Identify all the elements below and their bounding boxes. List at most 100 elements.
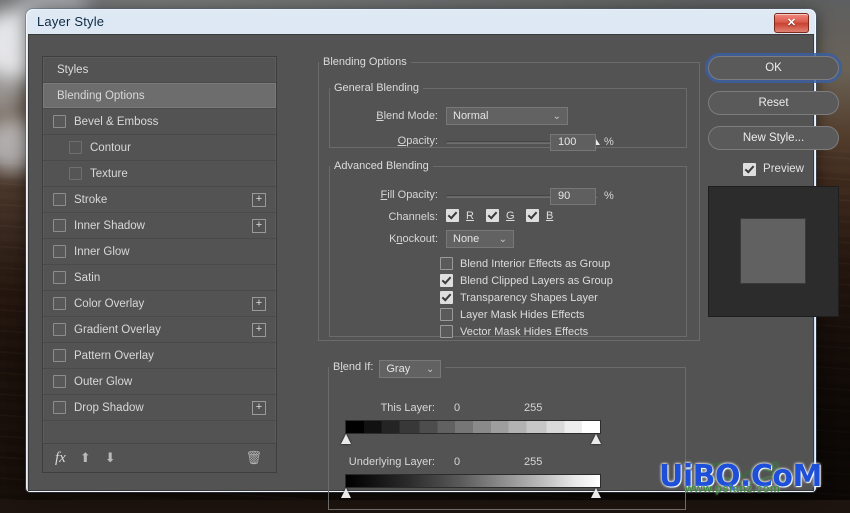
option-label: Blend Clipped Layers as Group xyxy=(460,274,613,287)
fill-opacity-value: 90 xyxy=(558,190,571,202)
style-enable-checkbox[interactable] xyxy=(53,219,66,232)
blend-if-channel-select[interactable]: Gray ⌄ xyxy=(379,360,442,378)
add-effect-icon[interactable]: + xyxy=(252,192,266,207)
sidebar-item-contour[interactable]: Contour xyxy=(43,135,276,161)
watermark: UiBQ.CoM www.psianz.com xyxy=(659,459,845,497)
channel-r-toggle[interactable]: R xyxy=(446,209,474,222)
option-layer-mask-hides-effects[interactable]: Layer Mask Hides Effects xyxy=(440,308,585,321)
reset-button[interactable]: Reset xyxy=(708,91,839,115)
style-item-label: Satin xyxy=(74,271,101,284)
blend-if-legend: Blend If: Gray ⌄ xyxy=(329,358,445,378)
blend-mode-value: Normal xyxy=(453,110,489,122)
this-layer-slider-white[interactable] xyxy=(591,434,601,444)
option-checkbox[interactable] xyxy=(440,308,453,321)
styles-item-container: Bevel & Emboss Contour Texture Stroke + Inner… xyxy=(43,109,276,421)
style-enable-checkbox[interactable] xyxy=(53,115,66,128)
add-effect-icon[interactable]: + xyxy=(252,296,266,311)
sidebar-item-inner-glow[interactable]: Inner Glow xyxy=(43,239,276,265)
styles-header-label: Styles xyxy=(57,63,89,76)
opacity-input[interactable]: 100 xyxy=(550,134,596,151)
chevron-down-icon: ⌄ xyxy=(498,234,507,245)
knockout-select[interactable]: None ⌄ xyxy=(446,230,514,248)
dialog-title: Layer Style xyxy=(37,14,105,29)
sidebar-item-satin[interactable]: Satin xyxy=(43,265,276,291)
fx-icon[interactable]: fx xyxy=(55,450,66,467)
style-enable-checkbox[interactable] xyxy=(53,401,66,414)
preview-shape xyxy=(740,218,806,284)
option-label: Layer Mask Hides Effects xyxy=(460,308,585,321)
option-vector-mask-hides-effects[interactable]: Vector Mask Hides Effects xyxy=(440,325,588,338)
channel-b-toggle[interactable]: B xyxy=(526,209,553,222)
style-item-label: Gradient Overlay xyxy=(74,323,161,336)
channel-checkbox[interactable] xyxy=(446,209,459,222)
option-transparency-shapes-layer[interactable]: Transparency Shapes Layer xyxy=(440,291,598,304)
style-enable-checkbox[interactable] xyxy=(53,375,66,388)
sidebar-item-texture[interactable]: Texture xyxy=(43,161,276,187)
preview-thumbnail xyxy=(708,186,839,317)
blend-if-channel-value: Gray xyxy=(386,363,411,375)
underlying-layer-slider-black[interactable] xyxy=(341,488,351,498)
general-blending-legend: General Blending xyxy=(334,82,420,94)
blend-if-label: Blend If: xyxy=(333,361,374,373)
style-enable-checkbox[interactable] xyxy=(69,167,82,180)
add-effect-icon[interactable]: + xyxy=(252,218,266,233)
sidebar-item-pattern-overlay[interactable]: Pattern Overlay xyxy=(43,343,276,369)
channel-g-toggle[interactable]: G xyxy=(486,209,515,222)
move-down-icon[interactable]: ⬇ xyxy=(105,450,116,466)
underlying-layer-slider-white[interactable] xyxy=(591,488,601,498)
style-item-label: Inner Glow xyxy=(74,245,130,258)
sidebar-item-outer-glow[interactable]: Outer Glow xyxy=(43,369,276,395)
fill-opacity-input[interactable]: 90 xyxy=(550,188,596,205)
add-effect-icon[interactable]: + xyxy=(252,400,266,415)
channel-checkbox[interactable] xyxy=(526,209,539,222)
option-checkbox[interactable] xyxy=(440,325,453,338)
sidebar-item-bevel-emboss[interactable]: Bevel & Emboss xyxy=(43,109,276,135)
underlying-layer-label: Underlying Layer: xyxy=(348,456,435,468)
styles-list-toolbar: fx ⬆ ⬇ 🗑 xyxy=(43,443,276,472)
option-label: Transparency Shapes Layer xyxy=(460,291,598,304)
option-checkbox[interactable] xyxy=(440,291,453,304)
layer-style-dialog: Layer Style ✕ Styles Blending Options Be… xyxy=(26,9,839,510)
blending-main-panel: Blending Options General Blending Blend … xyxy=(318,56,700,513)
channel-checkbox[interactable] xyxy=(486,209,499,222)
this-layer-gradient-ramp[interactable] xyxy=(345,420,601,434)
move-up-icon[interactable]: ⬆ xyxy=(80,450,91,466)
underlying-layer-gradient-ramp[interactable] xyxy=(345,474,601,488)
styles-list-header[interactable]: Styles xyxy=(43,57,276,83)
dialog-titlebar[interactable]: Layer Style ✕ xyxy=(28,11,814,35)
knockout-label: Knockout: xyxy=(389,233,438,245)
ok-button-label: OK xyxy=(765,62,782,74)
preview-checkbox[interactable] xyxy=(743,162,757,176)
blend-mode-label: Blend Mode: xyxy=(376,110,438,122)
add-effect-icon[interactable]: + xyxy=(252,322,266,337)
style-enable-checkbox[interactable] xyxy=(69,141,82,154)
close-button[interactable]: ✕ xyxy=(774,13,809,33)
blending-options-group: Blending Options General Blending Blend … xyxy=(318,56,700,341)
style-enable-checkbox[interactable] xyxy=(53,271,66,284)
option-checkbox[interactable] xyxy=(440,274,453,287)
blend-mode-select[interactable]: Normal ⌄ xyxy=(446,107,568,125)
this-layer-slider-black[interactable] xyxy=(341,434,351,444)
sidebar-item-drop-shadow[interactable]: Drop Shadow + xyxy=(43,395,276,421)
option-blend-clipped-layers-as-group[interactable]: Blend Clipped Layers as Group xyxy=(440,274,613,287)
knockout-label-rest: ockout: xyxy=(402,233,438,245)
new-style-button[interactable]: New Style... xyxy=(708,126,839,150)
style-enable-checkbox[interactable] xyxy=(53,323,66,336)
sidebar-item-gradient-overlay[interactable]: Gradient Overlay + xyxy=(43,317,276,343)
option-blend-interior-effects-as-group[interactable]: Blend Interior Effects as Group xyxy=(440,257,610,270)
chevron-down-icon: ⌄ xyxy=(552,111,561,122)
style-enable-checkbox[interactable] xyxy=(53,297,66,310)
style-enable-checkbox[interactable] xyxy=(53,349,66,362)
style-enable-checkbox[interactable] xyxy=(53,245,66,258)
underlying-layer-min: 0 xyxy=(454,456,461,468)
sidebar-item-blending-options[interactable]: Blending Options xyxy=(43,83,276,109)
sidebar-item-inner-shadow[interactable]: Inner Shadow + xyxy=(43,213,276,239)
dialog-actions-panel: OK Reset New Style... Preview xyxy=(708,56,839,513)
style-enable-checkbox[interactable] xyxy=(53,193,66,206)
option-checkbox[interactable] xyxy=(440,257,453,270)
sidebar-item-stroke[interactable]: Stroke + xyxy=(43,187,276,213)
sidebar-item-color-overlay[interactable]: Color Overlay + xyxy=(43,291,276,317)
delete-icon[interactable]: 🗑 xyxy=(245,450,262,466)
preview-checkbox-row[interactable]: Preview xyxy=(708,160,839,178)
ok-button[interactable]: OK xyxy=(708,56,839,80)
